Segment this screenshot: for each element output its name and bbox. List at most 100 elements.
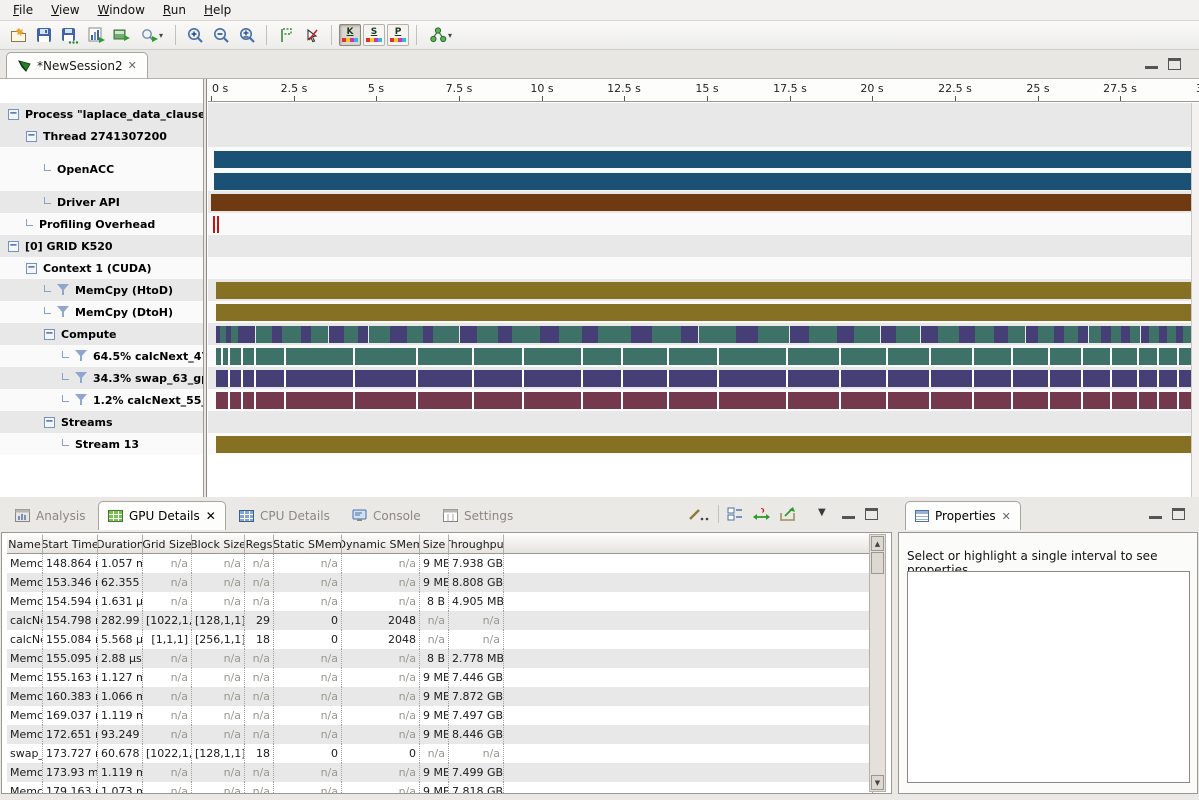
timeline-interval-bar[interactable] [1183,326,1191,343]
save-button[interactable] [32,23,56,47]
timeline-interval-bar[interactable] [1026,326,1038,343]
tab-properties[interactable]: Properties ✕ [905,501,1021,530]
column-header-name[interactable]: Name [7,534,43,554]
timeline-tree-row[interactable]: Driver API [0,191,203,213]
column-header-regs[interactable]: Regs [245,534,274,554]
collapse-expander-icon[interactable]: − [26,263,37,274]
overhead-mark-bar[interactable] [213,216,215,233]
timeline-interval-bar[interactable] [216,436,1191,453]
tree-splitter-handle[interactable] [203,79,207,497]
timeline-interval-bar[interactable] [214,173,1191,190]
close-tab-icon[interactable]: ✕ [1002,510,1011,523]
timeline-lane[interactable] [208,345,1191,367]
timeline-interval-bar[interactable] [211,194,1191,211]
column-header-duration[interactable]: Duration [98,534,143,554]
column-header-grid-size[interactable]: Grid Size [143,534,192,554]
minimize-panel-button[interactable] [842,510,855,519]
scrollbar-thumb[interactable] [871,552,884,574]
timeline-interval-bar[interactable] [256,326,272,343]
zoom-out-button[interactable] [209,23,233,47]
timeline-interval-bar[interactable] [1038,326,1054,343]
menu-item-view[interactable]: View [42,1,88,19]
column-header-start-time[interactable]: Start Time [43,534,98,554]
tab-analysis[interactable]: Analysis [6,501,94,530]
timeline-interval-bar[interactable] [216,370,1191,387]
filter-funnel-icon[interactable] [57,306,70,318]
timeline-vertical-scrollbar[interactable] [1191,103,1199,497]
timeline-interval-bar[interactable] [1176,326,1183,343]
column-header-static-smem[interactable]: Static SMem [274,534,342,554]
timeline-lane[interactable] [208,433,1191,455]
kernel-timing-s-button[interactable]: S [363,24,385,46]
timeline-interval-bar[interactable] [1064,326,1078,343]
timeline-lane[interactable] [208,213,1191,235]
menu-item-help[interactable]: Help [195,1,240,19]
timeline-tree-row[interactable]: 1.2% calcNext_55_g... [0,389,203,411]
timeline-interval-bar[interactable] [214,151,1191,168]
timeline-interval-bar[interactable] [460,326,477,343]
timeline-interval-bar[interactable] [582,326,598,343]
column-header-throughput[interactable]: Throughput [449,534,504,554]
timeline-interval-bar[interactable] [736,326,759,343]
timeline-interval-bar[interactable] [238,326,255,343]
gpu-details-table[interactable]: NameStart TimeDurationGrid SizeBlock Siz… [7,534,873,794]
timeline-interval-bar[interactable] [540,326,559,343]
timeline-interval-bar[interactable] [1054,326,1064,343]
timeline-interval-bar[interactable] [994,326,1008,343]
timeline-interval-bar[interactable] [423,326,433,343]
timeline-interval-bar[interactable] [1130,326,1140,343]
menu-item-file[interactable]: File [4,1,42,19]
table-row[interactable]: calcNe155.084 ms5.568 µs[1,1,1][256,1,1]… [7,630,873,649]
timeline-interval-bar[interactable] [216,304,1191,321]
scroll-up-button[interactable]: ▲ [871,536,884,551]
timeline-interval-bar[interactable] [896,326,920,343]
timeline-interval-bar[interactable] [809,326,837,343]
timeline-interval-bar[interactable] [329,326,345,343]
timeline-interval-bar[interactable] [975,326,994,343]
timeline-interval-bar[interactable] [854,326,880,343]
timeline-interval-bar[interactable] [358,326,368,343]
collapse-expander-icon[interactable]: − [8,109,19,120]
kernel-timing-k-button[interactable]: K [339,24,361,46]
timeline-interval-bar[interactable] [231,326,238,343]
timeline-interval-bar[interactable] [1141,326,1149,343]
filter-funnel-icon[interactable] [75,372,88,384]
maximize-properties-button[interactable] [1172,508,1185,520]
timeline-tree-row[interactable]: −Streams [0,411,203,433]
table-row[interactable]: Memcpy153.346 ms62.355 µsn/an/an/an/an/a… [7,573,873,592]
timeline-tree-row[interactable]: Stream 13 [0,433,203,455]
filter-funnel-icon[interactable] [57,284,70,296]
timeline-lane[interactable] [208,103,1191,125]
view-menu-icon[interactable]: ▼ [818,507,826,518]
column-header-size[interactable]: Size [420,534,449,554]
new-session-button[interactable] [6,23,30,47]
collapse-expander-icon[interactable]: − [44,417,55,428]
column-header-dynamic-smem[interactable]: Dynamic SMem [342,534,420,554]
menu-item-run[interactable]: Run [154,1,195,19]
timeline-lane[interactable] [208,279,1191,301]
timeline-interval-bar[interactable] [477,326,498,343]
timeline-interval-bar[interactable] [433,326,459,343]
maximize-view-button[interactable] [1168,58,1181,70]
close-tab-icon[interactable]: ✕ [128,59,137,72]
close-tab-icon[interactable]: ✕ [206,509,216,523]
timeline-interval-bar[interactable] [959,326,975,343]
table-row[interactable]: Memcpy172.651 ms93.249 µsn/an/an/an/an/a… [7,725,873,744]
table-row[interactable]: swap_6173.727 ms60.678 µs[1022,1,1][128,… [7,744,873,763]
timeline-interval-bar[interactable] [1078,326,1088,343]
timeline-interval-bar[interactable] [881,326,897,343]
timeline-interval-bar[interactable] [631,326,652,343]
show-in-timeline-icon[interactable] [752,506,771,522]
table-vertical-scrollbar[interactable]: ▲ ▼ [869,534,886,792]
timeline-lane[interactable] [208,235,1191,257]
timeline-interval-bar[interactable] [272,326,282,343]
timeline-lane[interactable] [208,411,1191,433]
timeline-tree-row[interactable]: −Context 1 (CUDA) [0,257,203,279]
timeline-lane[interactable] [208,191,1191,213]
filter-funnel-icon[interactable] [75,350,88,362]
column-header-block-size[interactable]: Block Size [192,534,245,554]
timeline-lane[interactable] [208,147,1191,191]
tab-gpu-details[interactable]: GPU Details✕ [98,501,226,530]
timeline-tree-row[interactable]: −Process "laplace_data_clauses 10... [0,103,203,125]
timeline-tree-row[interactable]: OpenACC [0,147,203,191]
